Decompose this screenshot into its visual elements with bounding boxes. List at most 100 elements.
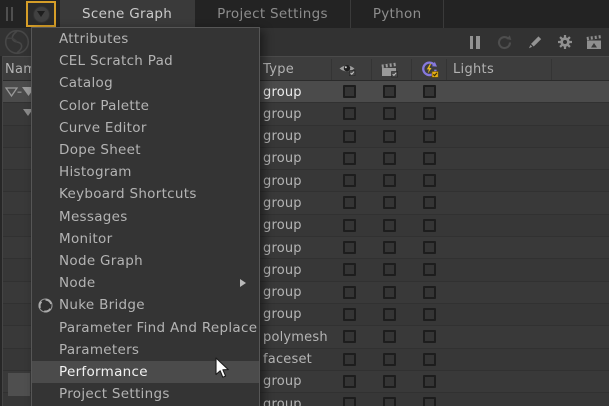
live-render-checkbox[interactable] xyxy=(423,152,436,165)
live-render-checkbox[interactable] xyxy=(423,263,436,276)
live-render-checkbox[interactable] xyxy=(423,196,436,209)
menu-item[interactable]: Curve Editor xyxy=(32,117,259,139)
column-header-lights[interactable]: Lights xyxy=(453,57,494,82)
render-checkbox[interactable] xyxy=(383,219,396,232)
render-checkbox[interactable] xyxy=(383,286,396,299)
live-render-checkbox[interactable] xyxy=(423,286,436,299)
visibility-checkbox[interactable] xyxy=(343,286,356,299)
visibility-checkbox[interactable] xyxy=(343,241,356,254)
column-separator xyxy=(371,59,372,80)
render-checkbox[interactable] xyxy=(383,330,396,343)
type-cell: faceset xyxy=(263,349,312,371)
visibility-checkbox[interactable] xyxy=(343,174,356,187)
menu-item[interactable]: CEL Scratch Pad xyxy=(32,50,259,72)
render-checkbox[interactable] xyxy=(383,174,396,187)
menu-item-label: Monitor xyxy=(59,231,112,247)
sync-arrow-icon xyxy=(496,34,513,51)
type-cell: group xyxy=(263,237,302,259)
type-cell: group xyxy=(263,81,302,103)
settings-button[interactable] xyxy=(556,34,573,51)
visibility-checkbox[interactable] xyxy=(343,85,356,98)
clapperboard-icon xyxy=(381,62,399,78)
katana-window: group group group group xyxy=(0,0,609,406)
render-checkbox[interactable] xyxy=(383,263,396,276)
menu-item[interactable]: Catalog xyxy=(32,72,259,94)
menu-item[interactable]: Histogram xyxy=(32,161,259,183)
live-render-checkbox[interactable] xyxy=(423,353,436,366)
menu-item-label: Histogram xyxy=(59,164,132,180)
menu-item[interactable]: Attributes xyxy=(32,28,259,50)
render-checkbox[interactable] xyxy=(383,397,396,406)
column-header-render[interactable] xyxy=(381,57,399,82)
visibility-checkbox[interactable] xyxy=(343,330,356,343)
menu-item[interactable]: Node Graph xyxy=(32,250,259,272)
render-checkbox[interactable] xyxy=(383,130,396,143)
menu-item[interactable]: Performance xyxy=(32,361,259,383)
tab-label: Project Settings xyxy=(217,6,328,22)
menu-item[interactable]: Nuke Bridge xyxy=(32,294,259,316)
render-checkbox[interactable] xyxy=(383,308,396,321)
drag-handle-icon[interactable] xyxy=(6,7,14,21)
visibility-checkbox[interactable] xyxy=(343,219,356,232)
chevron-down-icon xyxy=(33,6,50,23)
render-checkbox[interactable] xyxy=(383,107,396,120)
visibility-checkbox[interactable] xyxy=(343,130,356,143)
panel-chooser-button[interactable] xyxy=(26,1,56,27)
tab[interactable]: Python xyxy=(351,0,445,28)
menu-item-label: Dope Sheet xyxy=(59,142,141,158)
menu-item[interactable]: Parameter Find And Replace xyxy=(32,316,259,338)
type-cell: group xyxy=(263,304,302,326)
render-settings-button[interactable] xyxy=(586,34,603,51)
visibility-checkbox[interactable] xyxy=(343,397,356,406)
column-header-type[interactable]: Type xyxy=(263,57,294,82)
tab[interactable]: Project Settings xyxy=(195,0,351,28)
menu-item-label: Node Graph xyxy=(59,253,143,269)
tab-label: Scene Graph xyxy=(82,6,172,22)
menu-item[interactable]: Keyboard Shortcuts xyxy=(32,183,259,205)
live-render-checkbox[interactable] xyxy=(423,330,436,343)
visibility-checkbox[interactable] xyxy=(343,107,356,120)
render-checkbox[interactable] xyxy=(383,196,396,209)
live-render-checkbox[interactable] xyxy=(423,85,436,98)
type-cell: group xyxy=(263,148,302,170)
visibility-checkbox[interactable] xyxy=(343,196,356,209)
live-render-checkbox[interactable] xyxy=(423,308,436,321)
live-render-checkbox[interactable] xyxy=(423,241,436,254)
edit-button[interactable] xyxy=(526,34,543,51)
render-checkbox[interactable] xyxy=(383,85,396,98)
type-cell: group xyxy=(263,393,302,406)
visibility-checkbox[interactable] xyxy=(343,375,356,388)
live-render-updates-icon xyxy=(420,61,439,78)
column-header-visibility[interactable] xyxy=(338,57,356,82)
visibility-checkbox[interactable] xyxy=(343,152,356,165)
type-cell: group xyxy=(263,259,302,281)
live-render-checkbox[interactable] xyxy=(423,397,436,406)
visibility-checkbox[interactable] xyxy=(343,308,356,321)
sync-button[interactable] xyxy=(496,34,513,51)
pause-button[interactable] xyxy=(466,34,483,51)
render-checkbox[interactable] xyxy=(383,353,396,366)
live-render-checkbox[interactable] xyxy=(423,375,436,388)
render-checkbox[interactable] xyxy=(383,152,396,165)
tab[interactable]: Scene Graph xyxy=(60,0,195,28)
live-render-checkbox[interactable] xyxy=(423,174,436,187)
live-render-checkbox[interactable] xyxy=(423,219,436,232)
visibility-checkbox[interactable] xyxy=(343,353,356,366)
menu-item[interactable]: Monitor xyxy=(32,228,259,250)
menu-item[interactable]: Project Settings xyxy=(32,383,259,405)
visibility-checkbox[interactable] xyxy=(343,263,356,276)
menu-item[interactable]: Messages xyxy=(32,206,259,228)
render-checkbox[interactable] xyxy=(383,375,396,388)
column-header-live-render[interactable] xyxy=(420,57,439,82)
menu-item[interactable]: Color Palette xyxy=(32,95,259,117)
tabs: Scene Graph Project Settings Python xyxy=(60,0,444,28)
type-cell: group xyxy=(263,282,302,304)
menu-item[interactable]: Parameters xyxy=(32,339,259,361)
render-checkbox[interactable] xyxy=(383,241,396,254)
live-render-checkbox[interactable] xyxy=(423,130,436,143)
scrollbar-track[interactable] xyxy=(0,56,3,406)
menu-item-label: CEL Scratch Pad xyxy=(59,53,173,69)
menu-item[interactable]: Node xyxy=(32,272,259,294)
menu-item[interactable]: Dope Sheet xyxy=(32,139,259,161)
live-render-checkbox[interactable] xyxy=(423,107,436,120)
